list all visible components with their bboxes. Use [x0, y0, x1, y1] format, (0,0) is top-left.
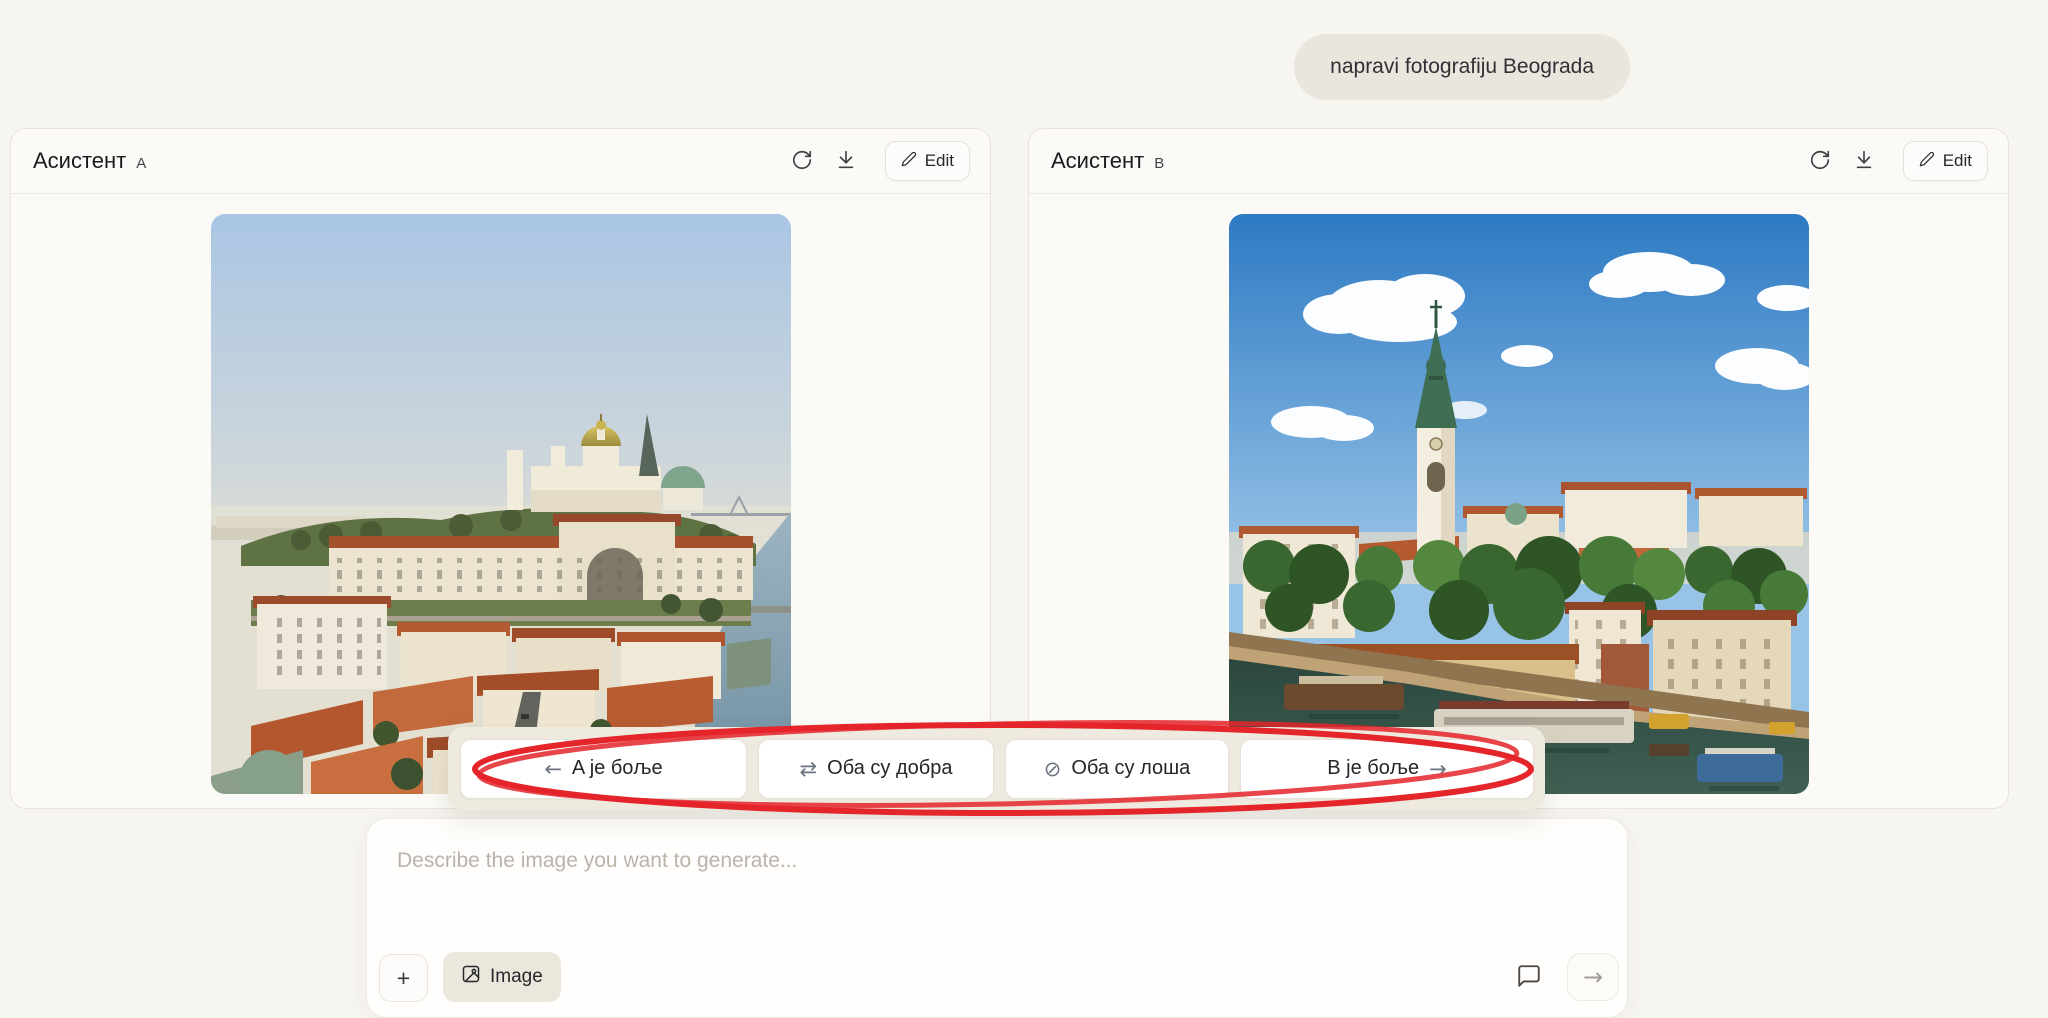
vote-both-bad-label: Оба су лоша — [1071, 757, 1190, 780]
download-button[interactable] — [1851, 147, 1877, 176]
pencil-icon — [901, 151, 917, 172]
edit-button-label: Edit — [925, 151, 954, 171]
assistant-title: Асистент — [33, 148, 126, 174]
assistant-panel-b: Асистент B Edit — [1028, 128, 2009, 809]
arrow-down-to-line-icon — [835, 149, 857, 174]
regenerate-button[interactable] — [789, 147, 815, 176]
image-mode-label: Image — [490, 966, 543, 988]
panel-b-header: Асистент B Edit — [1029, 129, 2008, 194]
vote-both-good-button[interactable]: ⇄ Оба су добра — [758, 739, 994, 799]
generated-image-b[interactable] — [1229, 214, 1809, 794]
assistant-panel-a: Асистент A Edit — [10, 128, 991, 809]
vote-both-good-label: Оба су добра — [827, 757, 952, 780]
image-arena-page: napravi fotografiju Beograda Асистент A — [0, 0, 2048, 983]
composer-card: + Image → — [366, 818, 1628, 1018]
edit-button-label: Edit — [1943, 151, 1972, 171]
panel-a-actions: Edit — [789, 141, 970, 181]
assistant-variant-label: A — [136, 155, 146, 172]
edit-button[interactable]: Edit — [1903, 141, 1988, 181]
image-mode-button[interactable]: Image — [443, 952, 561, 1002]
rotate-cw-icon — [791, 149, 813, 174]
generated-image-a[interactable] — [211, 214, 791, 794]
vote-b-better-label: B je боље — [1327, 757, 1419, 780]
panel-b-body — [1029, 194, 2008, 794]
add-attachment-button[interactable]: + — [379, 954, 428, 1002]
ban-icon: ⊘ — [1044, 757, 1062, 781]
assistant-variant-label: B — [1154, 155, 1164, 172]
download-button[interactable] — [833, 147, 859, 176]
vote-a-better-label: A je боље — [572, 757, 663, 780]
regenerate-button[interactable] — [1807, 147, 1833, 176]
panel-b-actions: Edit — [1807, 141, 1988, 181]
vote-bar: ← A je боље ⇄ Оба су добра ⊘ Оба су лоша… — [448, 727, 1545, 810]
arrow-down-to-line-icon — [1853, 149, 1875, 174]
pencil-icon — [1919, 151, 1935, 172]
vote-b-better-button[interactable]: B je боље → — [1240, 739, 1534, 799]
panel-b-title: Асистент B — [1051, 148, 1164, 174]
arrow-right-icon: → — [1429, 757, 1447, 781]
assistant-title: Асистент — [1051, 148, 1144, 174]
prompt-input[interactable] — [395, 847, 1599, 937]
edit-button[interactable]: Edit — [885, 141, 970, 181]
vote-a-better-button[interactable]: ← A je боље — [460, 739, 747, 799]
vote-both-bad-button[interactable]: ⊘ Оба су лоша — [1005, 739, 1229, 799]
panel-a-header: Асистент A Edit — [11, 129, 990, 194]
image-frame-icon — [461, 964, 481, 990]
send-button[interactable]: → — [1567, 953, 1619, 1001]
user-prompt-bubble: napravi fotografiju Beograda — [1294, 34, 1630, 100]
panel-a-body — [11, 194, 990, 794]
panel-a-title: Асистент A — [33, 148, 146, 174]
plus-icon: + — [397, 965, 410, 992]
speech-bubble-icon[interactable] — [1516, 963, 1542, 994]
arrow-right-icon: → — [1583, 963, 1603, 991]
swap-arrows-icon: ⇄ — [800, 757, 818, 781]
arrow-left-icon: ← — [544, 757, 562, 781]
user-prompt-text: napravi fotografiju Beograda — [1330, 55, 1594, 79]
rotate-cw-icon — [1809, 149, 1831, 174]
